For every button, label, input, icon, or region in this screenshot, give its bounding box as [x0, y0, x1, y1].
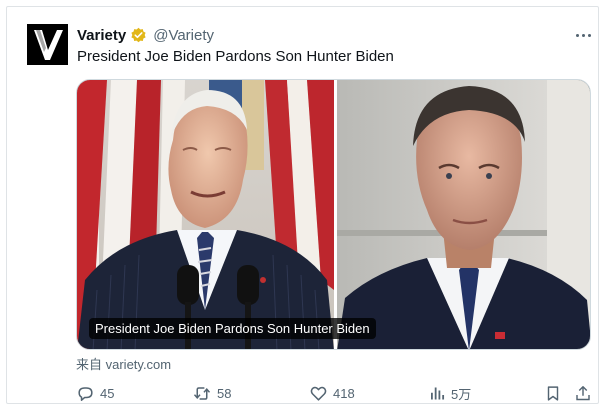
more-dot [587, 33, 591, 37]
link-preview-card[interactable]: President Joe Biden Pardons Son Hunter B… [76, 79, 591, 350]
more-dot [575, 33, 579, 37]
author-display-name[interactable]: Variety [77, 27, 126, 44]
tweet-container: Variety @Variety President Joe Biden Par… [6, 6, 599, 404]
source-prefix: 来自 [76, 357, 106, 372]
views-chart-icon [431, 387, 445, 399]
retweet-button[interactable]: 58 [192, 382, 231, 404]
action-bar: 45 58 418 5万 [76, 382, 596, 404]
views-count: 5万 [451, 386, 472, 402]
more-options-icon[interactable] [572, 26, 594, 44]
card-image [77, 80, 590, 349]
variety-avatar[interactable] [27, 24, 68, 65]
tweet-text: President Joe Biden Pardons Son Hunter B… [77, 48, 394, 65]
reply-button[interactable]: 45 [76, 382, 114, 404]
heart-icon [310, 386, 327, 401]
like-button[interactable]: 418 [309, 382, 355, 404]
card-source: 来自 variety.com [76, 354, 171, 373]
more-dot [581, 33, 585, 37]
share-icon [576, 385, 590, 400]
bookmark-icon [547, 385, 559, 401]
card-caption: President Joe Biden Pardons Son Hunter B… [89, 318, 376, 339]
verified-badge-icon [131, 27, 146, 42]
retweet-count: 58 [217, 385, 232, 401]
like-count: 418 [333, 385, 355, 401]
source-link[interactable]: variety.com [106, 357, 172, 372]
share-button[interactable] [574, 382, 592, 404]
reply-icon [78, 386, 93, 401]
variety-logo-icon [27, 24, 68, 65]
author-handle[interactable]: @Variety [153, 27, 214, 44]
bookmark-button[interactable] [544, 382, 562, 404]
retweet-icon [193, 386, 211, 400]
reply-count: 45 [100, 385, 115, 401]
views-button[interactable]: 5万 [428, 382, 471, 404]
tweet-header: Variety @Variety [77, 24, 214, 46]
